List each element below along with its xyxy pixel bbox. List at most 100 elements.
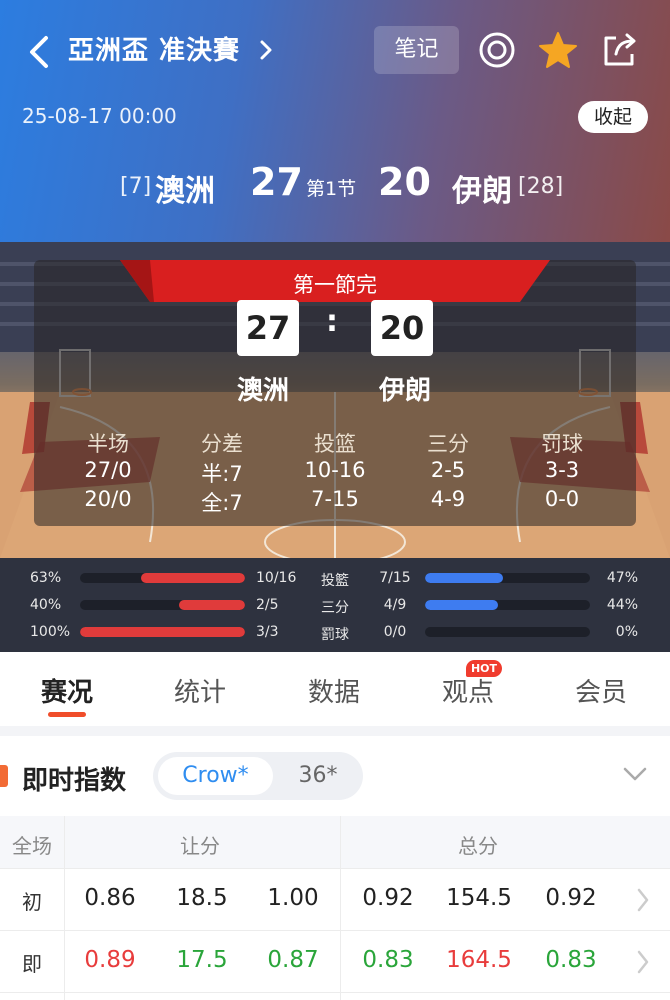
- stat-away: 0-0: [544, 487, 580, 511]
- away-bar-track: [425, 573, 590, 583]
- away-bar-fill: [425, 600, 498, 610]
- odds-value: 0.83: [545, 947, 597, 973]
- away-pct: 47%: [606, 570, 638, 586]
- compare-label: 投籃: [321, 573, 349, 589]
- away-bar-track: [425, 600, 590, 610]
- period-status: 第一節完: [293, 273, 377, 297]
- tab-member[interactable]: 会员: [551, 672, 651, 709]
- away-score-box: 20: [371, 300, 433, 356]
- odds-value: 0.87: [267, 947, 319, 973]
- divider: [0, 992, 670, 993]
- away-rank: [28]: [518, 174, 564, 199]
- stat-header: 投篮: [314, 432, 356, 456]
- compare-row-ft: 100% 3/3 罰球 0/0 0%: [0, 618, 670, 646]
- away-team-name[interactable]: 伊朗: [452, 166, 512, 216]
- section-divider: [0, 726, 670, 736]
- odds-table-header: 全场 让分 总分: [0, 816, 670, 868]
- stat-col-half: 半场 27/0 20/0: [53, 428, 163, 516]
- court-scoreboard: 第一節完 27 : 20 澳洲 伊朗 半场 27/0 20/0 分差 半:7 全…: [0, 242, 670, 558]
- header-scope: 全场: [12, 834, 52, 858]
- odds-value: 0.83: [362, 947, 414, 973]
- back-arrow-icon[interactable]: [26, 34, 56, 70]
- odds-value: 18.5: [176, 885, 228, 911]
- stat-away: 20/0: [84, 487, 132, 511]
- row-label: 即: [22, 952, 42, 976]
- tab-stats[interactable]: 统计: [150, 672, 250, 709]
- live-target-icon[interactable]: [478, 31, 516, 69]
- source-option-selected[interactable]: Crow*: [158, 757, 273, 795]
- stat-home: 半:7: [201, 462, 243, 486]
- chevron-right-icon[interactable]: [256, 36, 276, 64]
- home-score-box: 27: [237, 300, 299, 356]
- compare-label: 三分: [321, 600, 349, 616]
- odds-row-live[interactable]: 即 0.89 17.5 0.87 0.83 164.5 0.83: [0, 931, 670, 992]
- away-pct: 0%: [615, 624, 638, 640]
- hot-badge: HOT: [466, 660, 502, 677]
- match-time: 25-08-17 00:00: [22, 104, 177, 128]
- stat-col-diff: 分差 半:7 全:7: [167, 428, 277, 516]
- favorite-star-icon[interactable]: [538, 30, 578, 70]
- odds-value: 1.00: [267, 885, 319, 911]
- compare-label: 罰球: [321, 627, 349, 643]
- away-pct: 44%: [606, 597, 638, 613]
- stat-header: 半场: [87, 432, 129, 456]
- period-label: 第1节: [306, 178, 357, 200]
- away-frac: 4/9: [383, 597, 407, 613]
- stat-home: 3-3: [544, 458, 580, 482]
- odds-row-initial[interactable]: 初 0.86 18.5 1.00 0.92 154.5 0.92: [0, 869, 670, 930]
- home-frac: 2/5: [256, 597, 279, 613]
- note-button[interactable]: 笔记: [374, 26, 459, 74]
- chevron-right-icon[interactable]: [636, 949, 650, 975]
- away-team-label: 伊朗: [379, 376, 432, 406]
- stat-away: 7-15: [311, 487, 359, 511]
- chevron-down-icon[interactable]: [622, 764, 648, 784]
- collapse-button[interactable]: 收起: [578, 101, 648, 133]
- away-score: 20: [378, 160, 431, 204]
- stat-home: 27/0: [84, 458, 132, 482]
- match-header: 亞洲盃 准決賽 笔记 25-08-17 00:00 收起 [7] 澳洲 27 第…: [0, 0, 670, 242]
- away-bar-track: [425, 627, 590, 637]
- home-pct: 63%: [30, 570, 62, 586]
- competition-title[interactable]: 亞洲盃 准決賽: [68, 30, 240, 67]
- home-pct: 100%: [30, 624, 71, 640]
- odds-source-switch: Crow* 36*: [153, 752, 363, 800]
- home-score: 27: [250, 160, 303, 204]
- stat-away: 4-9: [430, 487, 466, 511]
- odds-value: 154.5: [446, 885, 512, 911]
- odds-value: 0.89: [84, 947, 136, 973]
- home-bar-fill: [179, 600, 245, 610]
- home-pct: 40%: [30, 597, 62, 613]
- home-bar-fill: [141, 573, 245, 583]
- odds-title: 即时指数: [22, 766, 127, 796]
- home-bar-fill: [80, 627, 245, 637]
- odds-value: 0.86: [84, 885, 136, 911]
- shooting-compare: 63% 10/16 投籃 7/15 47% 40% 2/5 三分 4/9 44%…: [0, 558, 670, 652]
- stat-header: 分差: [201, 432, 243, 456]
- odds-table: 全场 让分 总分 初 0.86 18.5 1.00 0.92 154.5 0.9…: [0, 816, 670, 1000]
- stat-home: 2-5: [430, 458, 466, 482]
- stat-header: 罚球: [541, 432, 583, 456]
- home-team-label: 澳洲: [237, 376, 290, 406]
- odds-value: 0.92: [362, 885, 414, 911]
- tab-opinion[interactable]: 观点: [418, 672, 518, 709]
- chevron-right-icon[interactable]: [636, 887, 650, 913]
- stat-home: 10-16: [304, 458, 366, 482]
- odds-value: 164.5: [446, 947, 512, 973]
- away-frac: 0/0: [383, 624, 407, 640]
- home-team-name[interactable]: 澳洲: [155, 166, 215, 216]
- share-icon[interactable]: [600, 32, 638, 68]
- home-bar-track: [80, 573, 245, 583]
- tab-data[interactable]: 数据: [284, 672, 384, 709]
- tab-bar: 赛况 统计 数据 观点 会员: [0, 652, 670, 726]
- stat-header: 三分: [427, 432, 469, 456]
- header-total: 总分: [458, 834, 498, 858]
- home-bar-track: [80, 600, 245, 610]
- active-tab-indicator: [48, 712, 86, 717]
- odds-header: 即时指数 Crow* 36*: [0, 736, 670, 816]
- home-frac: 3/3: [256, 624, 279, 640]
- compare-row-3pt: 40% 2/5 三分 4/9 44%: [0, 591, 670, 619]
- scoreboard-panel: 第一節完 27 : 20 澳洲 伊朗 半场 27/0 20/0 分差 半:7 全…: [34, 260, 636, 526]
- header-handicap: 让分: [180, 834, 220, 858]
- source-option[interactable]: 36*: [278, 757, 358, 795]
- tab-live[interactable]: 赛况: [17, 672, 117, 709]
